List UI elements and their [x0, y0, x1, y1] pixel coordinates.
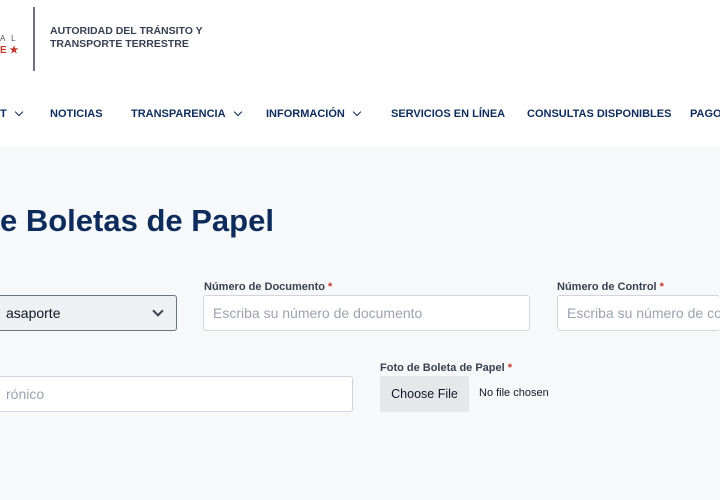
- org-name-line1: AUTORIDAD DEL TRÁNSITO Y: [50, 25, 203, 37]
- control-number-label-text: Número de Control: [557, 281, 657, 293]
- nav-item-label: INFORMACIÓN: [266, 108, 345, 120]
- required-mark: *: [328, 281, 333, 293]
- choose-file-button[interactable]: Choose File: [380, 376, 469, 412]
- control-number-input[interactable]: Escriba su número de co: [557, 295, 720, 331]
- document-type-selected: asaporte: [6, 305, 61, 321]
- page-title: e Boletas de Papel: [0, 203, 274, 238]
- email-placeholder: rónico: [6, 386, 45, 402]
- nav-item-partial[interactable]: T: [0, 107, 23, 120]
- nav-item-noticias[interactable]: NOTICIAS: [50, 108, 103, 120]
- control-number-label: Número de Control *: [557, 281, 664, 293]
- document-type-select[interactable]: asaporte: [0, 295, 177, 331]
- document-number-placeholder: Escriba su número de documento: [213, 305, 423, 321]
- email-input[interactable]: rónico: [0, 376, 353, 412]
- nav-item-label: PAGOS: [690, 108, 720, 120]
- nav-item-servicios-en-linea[interactable]: SERVICIOS EN LÍNEA: [391, 108, 505, 120]
- document-number-label: Número de Documento *: [204, 281, 332, 293]
- photo-label: Foto de Boleta de Papel *: [380, 362, 512, 374]
- document-number-input[interactable]: Escriba su número de documento: [203, 295, 530, 331]
- nav-item-label: T: [0, 108, 7, 120]
- nav-item-consultas-disponibles[interactable]: CONSULTAS DISPONIBLES: [527, 108, 671, 120]
- logo-divider: [33, 7, 35, 71]
- photo-label-text: Foto de Boleta de Papel: [380, 362, 505, 374]
- nav-item-label: TRANSPARENCIA: [131, 108, 226, 120]
- file-status-text: No file chosen: [479, 387, 549, 399]
- site-header: A L E ★ AUTORIDAD DEL TRÁNSITO Y TRANSPO…: [0, 0, 720, 146]
- chevron-down-icon: [233, 107, 242, 117]
- org-name: AUTORIDAD DEL TRÁNSITO Y TRANSPORTE TERR…: [50, 25, 250, 51]
- required-mark: *: [507, 362, 512, 374]
- nav-item-transparencia[interactable]: TRANSPARENCIA: [131, 107, 242, 120]
- logo-fragment-mark: E ★: [0, 45, 19, 56]
- nav-item-label: NOTICIAS: [50, 108, 103, 120]
- chevron-down-icon: [152, 305, 164, 317]
- logo-fragment: A L: [0, 34, 18, 43]
- chevron-down-icon: [14, 107, 23, 117]
- required-mark: *: [659, 281, 664, 293]
- nav-item-pagos[interactable]: PAGOS: [690, 108, 720, 120]
- document-number-label-text: Número de Documento: [204, 281, 326, 293]
- nav-item-label: SERVICIOS EN LÍNEA: [391, 108, 506, 120]
- chevron-down-icon: [352, 107, 362, 117]
- nav-item-informacion[interactable]: INFORMACIÓN: [266, 107, 362, 120]
- control-number-placeholder: Escriba su número de co: [567, 305, 720, 321]
- nav-item-label: CONSULTAS DISPONIBLES: [527, 108, 672, 120]
- org-name-line2: TRANSPORTE TERRESTRE: [50, 38, 189, 50]
- main-nav: T NOTICIAS TRANSPARENCIA INFORMACIÓN SER…: [0, 107, 720, 128]
